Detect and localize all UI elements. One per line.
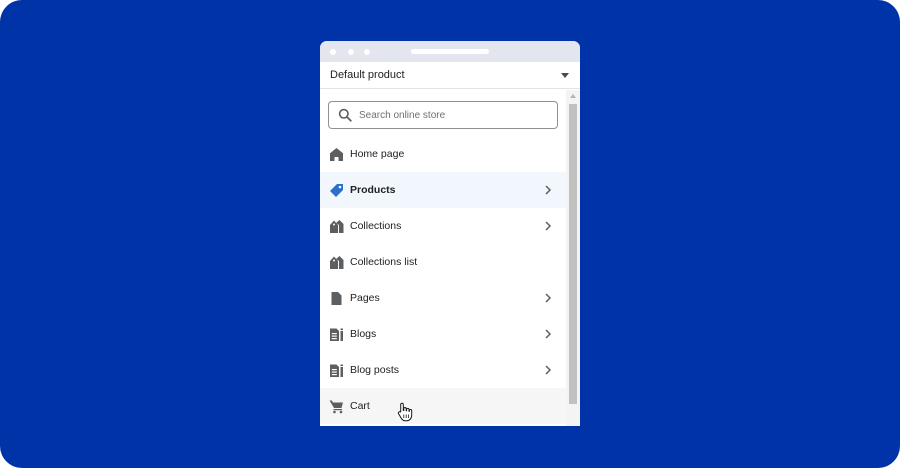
nav-item-blogs[interactable]: Blogs (320, 316, 566, 352)
home-icon (330, 148, 343, 161)
template-selector[interactable]: Default product (320, 62, 580, 89)
nav-item-collections[interactable]: Collections (320, 208, 566, 244)
scrollbar-thumb[interactable] (569, 104, 577, 404)
chevron-right-icon (545, 365, 552, 375)
window-dot (330, 49, 336, 55)
search-placeholder: Search online store (359, 110, 446, 121)
blog-icon (330, 328, 343, 341)
nav-item-products[interactable]: Products (320, 172, 566, 208)
scrollbar[interactable] (566, 90, 580, 426)
template-selector-label: Default product (330, 69, 405, 81)
search-input[interactable]: Search online store (328, 101, 558, 129)
address-bar (411, 49, 489, 54)
search-icon (338, 108, 352, 122)
nav-item-label: Pages (350, 292, 380, 304)
nav-item-blog-posts[interactable]: Blog posts (320, 352, 566, 388)
browser-window: Default product Search online store Home… (320, 41, 580, 426)
page-picker-panel: Search online store Home page Products C… (320, 90, 580, 426)
collection-icon (330, 256, 344, 269)
window-dot (348, 49, 354, 55)
nav-item-label: Collections (350, 220, 402, 232)
tag-icon (330, 184, 343, 197)
window-dot (364, 49, 370, 55)
hand-cursor-icon (397, 402, 413, 422)
nav-item-cart[interactable]: Cart (320, 388, 566, 424)
nav-item-label: Blog posts (350, 364, 400, 376)
cart-icon (329, 400, 343, 414)
nav-item-home-page[interactable]: Home page (320, 136, 566, 172)
nav-item-label: Home page (350, 148, 405, 160)
page-icon (331, 292, 342, 305)
collection-icon (330, 220, 344, 233)
chevron-right-icon (545, 221, 552, 231)
chevron-right-icon (545, 185, 552, 195)
chevron-right-icon (545, 329, 552, 339)
caret-down-icon (561, 73, 569, 78)
blog-icon (330, 364, 343, 377)
chevron-right-icon (545, 293, 552, 303)
scroll-up-arrow-icon[interactable] (570, 94, 576, 98)
nav-item-label: Collections list (350, 256, 418, 268)
nav-item-label: Products (350, 184, 396, 196)
background: Default product Search online store Home… (0, 0, 900, 468)
nav-item-label: Blogs (350, 328, 377, 340)
nav-item-pages[interactable]: Pages (320, 280, 566, 316)
nav-item-label: Cart (350, 400, 370, 412)
nav-item-collections-list[interactable]: Collections list (320, 244, 566, 280)
title-bar (320, 41, 580, 62)
